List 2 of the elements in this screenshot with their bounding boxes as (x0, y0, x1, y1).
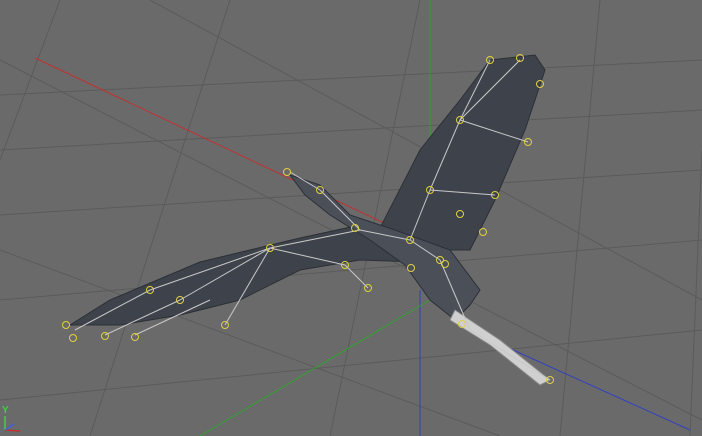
axis-gizmo-icon (2, 416, 22, 432)
axis-label: Y (2, 406, 9, 416)
